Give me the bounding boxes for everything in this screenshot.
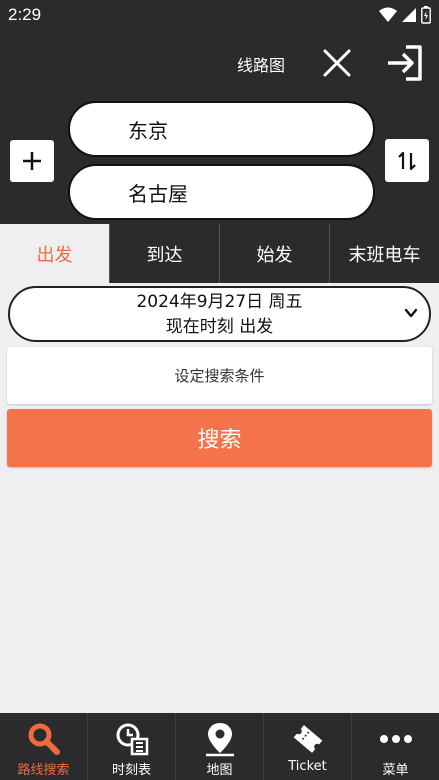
status-bar: 2:29 (0, 0, 439, 30)
status-icons (379, 6, 431, 24)
tab-arrival[interactable]: 到达 (109, 224, 219, 283)
wifi-icon (379, 7, 397, 22)
status-time: 2:29 (8, 5, 42, 24)
nav-map[interactable]: 地图 (175, 713, 263, 780)
bottom-nav: 路线搜索 时刻表 地图 Ticket 菜单 (0, 713, 439, 780)
swap-icon (398, 151, 416, 170)
tab-label: 始发 (256, 244, 293, 266)
close-button[interactable] (318, 44, 356, 82)
tab-label: 到达 (146, 244, 183, 266)
arrival-station-text: 名古屋 (128, 181, 188, 206)
page-title: 线路图 (237, 56, 286, 75)
tab-label: 末班电车 (348, 244, 421, 266)
more-icon (379, 735, 412, 743)
tab-departure[interactable]: 出发 (0, 224, 109, 283)
map-pin-icon (205, 723, 234, 757)
exit-button[interactable] (384, 42, 426, 84)
nav-route-search[interactable]: 路线搜索 (0, 713, 87, 780)
nav-label: 时刻表 (111, 763, 151, 778)
swap-stations-button[interactable] (385, 139, 429, 182)
date-text: 2024年9月27日 周五 (136, 292, 303, 312)
tab-first-train[interactable]: 始发 (219, 224, 329, 283)
nav-timetable[interactable]: 时刻表 (87, 713, 175, 780)
app-header: 线路图 (0, 30, 439, 98)
add-via-button[interactable] (10, 140, 54, 182)
search-button-label: 搜索 (197, 428, 242, 453)
signal-icon (402, 8, 416, 22)
exit-icon (388, 45, 422, 81)
search-conditions-button[interactable]: 设定搜索条件 (7, 347, 432, 404)
datetime-selector[interactable]: 2024年9月27日 周五 现在时刻 出发 (8, 286, 431, 342)
timetable-icon (116, 723, 148, 756)
nav-label: 地图 (206, 763, 233, 778)
close-icon (323, 49, 351, 77)
tab-last-train[interactable]: 末班电车 (329, 224, 439, 283)
tab-label: 出发 (36, 244, 73, 266)
search-icon (28, 723, 60, 755)
battery-icon (421, 6, 431, 24)
nav-label: Ticket (288, 759, 327, 774)
search-type-tabs: 出发 到达 始发 末班电车 (0, 224, 439, 283)
departure-station-text: 东京 (128, 118, 168, 143)
nav-menu[interactable]: 菜单 (351, 713, 439, 780)
chevron-down-icon (404, 308, 418, 318)
search-conditions-label: 设定搜索条件 (174, 367, 265, 385)
search-button[interactable]: 搜索 (7, 409, 432, 467)
time-mode-text: 现在时刻 出发 (165, 317, 274, 337)
route-panel: 东京 名古屋 (0, 98, 439, 224)
nav-label: 路线搜索 (17, 763, 70, 778)
departure-station-field[interactable]: 东京 (68, 101, 375, 157)
plus-icon (23, 152, 41, 170)
ticket-icon (293, 725, 322, 753)
nav-label: 菜单 (382, 763, 409, 778)
nav-ticket[interactable]: Ticket (263, 713, 351, 780)
arrival-station-field[interactable]: 名古屋 (68, 164, 375, 220)
